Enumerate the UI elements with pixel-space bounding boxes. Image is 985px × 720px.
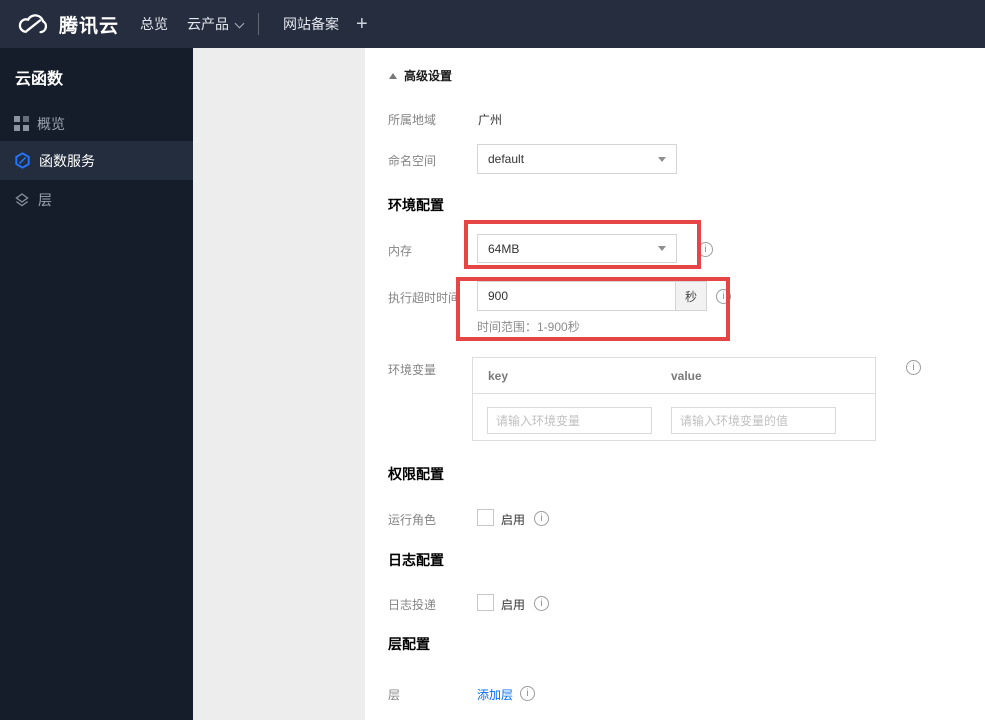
timeout-input-group: 秒: [477, 281, 707, 311]
layer-config-section-title: 层配置: [388, 636, 430, 652]
nav-divider: [258, 13, 259, 35]
namespace-label: 命名空间: [388, 154, 437, 168]
timeout-info-icon[interactable]: i: [716, 289, 731, 304]
sidebar-item-function-service[interactable]: 函数服务: [0, 141, 193, 180]
sidebar: 云函数 概览 函数服务 层: [0, 48, 193, 720]
envvar-info-icon[interactable]: i: [906, 360, 921, 375]
envvar-table-header: key value: [473, 358, 875, 394]
log-enable-checkbox[interactable]: [477, 594, 494, 611]
perm-config-section-title: 权限配置: [388, 466, 444, 482]
timeout-input[interactable]: [478, 282, 675, 310]
envvar-value-header: value: [671, 369, 702, 383]
envvar-value-input[interactable]: [671, 407, 836, 434]
nav-website-record[interactable]: 网站备案: [283, 0, 339, 48]
timeout-unit-addon: 秒: [675, 282, 706, 310]
layer-info-icon[interactable]: i: [520, 686, 535, 701]
cloud-logo-icon: [18, 14, 48, 34]
envvar-key-input[interactable]: [487, 407, 652, 434]
namespace-select[interactable]: default: [477, 144, 677, 174]
layers-icon: [14, 192, 30, 208]
envvar-label: 环境变量: [388, 363, 437, 377]
chevron-down-icon: [234, 18, 245, 29]
log-label: 日志投递: [388, 598, 437, 612]
nav-cloud-products[interactable]: 云产品: [187, 0, 245, 48]
sidebar-item-layers[interactable]: 层: [0, 180, 193, 219]
grid-icon: [14, 116, 29, 131]
nav-add-button[interactable]: +: [356, 0, 368, 48]
log-enable-label[interactable]: 启用: [501, 596, 525, 613]
memory-select-value: 64MB: [488, 241, 520, 256]
layer-label: 层: [388, 688, 401, 702]
region-label: 所属地域: [388, 113, 437, 127]
sidebar-item-label: 层: [38, 191, 52, 208]
caret-down-icon: [658, 156, 666, 162]
timeout-range-hint: 时间范围：1-900秒: [477, 320, 580, 334]
sidebar-item-label: 函数服务: [39, 152, 95, 169]
sidebar-item-overview[interactable]: 概览: [0, 104, 193, 143]
envvar-key-header: key: [488, 369, 509, 383]
timeout-label: 执行超时时间: [388, 291, 461, 305]
env-config-section-title: 环境配置: [388, 197, 444, 213]
log-config-section-title: 日志配置: [388, 552, 444, 568]
sidebar-title: 云函数: [15, 71, 64, 88]
caret-down-icon: [658, 246, 666, 251]
nav-cloud-products-label: 云产品: [187, 16, 229, 32]
envvar-table: key value: [472, 357, 876, 441]
scf-hexagon-icon: [14, 152, 31, 169]
nav-overview[interactable]: 总览: [140, 0, 168, 48]
role-info-icon[interactable]: i: [534, 511, 549, 526]
role-enable-checkbox[interactable]: [477, 509, 494, 526]
role-label: 运行角色: [388, 513, 437, 527]
namespace-select-value: default: [488, 152, 525, 166]
role-enable-label[interactable]: 启用: [501, 511, 525, 528]
logo-text: 腾讯云: [59, 15, 120, 37]
memory-select[interactable]: 64MB: [477, 234, 677, 263]
memory-label: 内存: [388, 244, 413, 258]
collapse-arrow-icon: [389, 72, 397, 79]
sidebar-item-label: 概览: [37, 115, 65, 132]
memory-info-icon[interactable]: i: [698, 242, 713, 257]
advanced-settings-toggle[interactable]: 高级设置: [389, 67, 452, 84]
region-value: 广州: [478, 113, 503, 127]
topbar: 腾讯云 总览 云产品 网站备案 +: [0, 0, 985, 48]
log-info-icon[interactable]: i: [534, 596, 549, 611]
advanced-settings-label: 高级设置: [404, 69, 453, 83]
settings-panel: 高级设置 所属地域 广州 命名空间 default 环境配置 内存 64MB i…: [365, 48, 985, 720]
add-layer-link[interactable]: 添加层: [477, 686, 513, 703]
tencent-cloud-logo[interactable]: 腾讯云: [16, 0, 119, 48]
